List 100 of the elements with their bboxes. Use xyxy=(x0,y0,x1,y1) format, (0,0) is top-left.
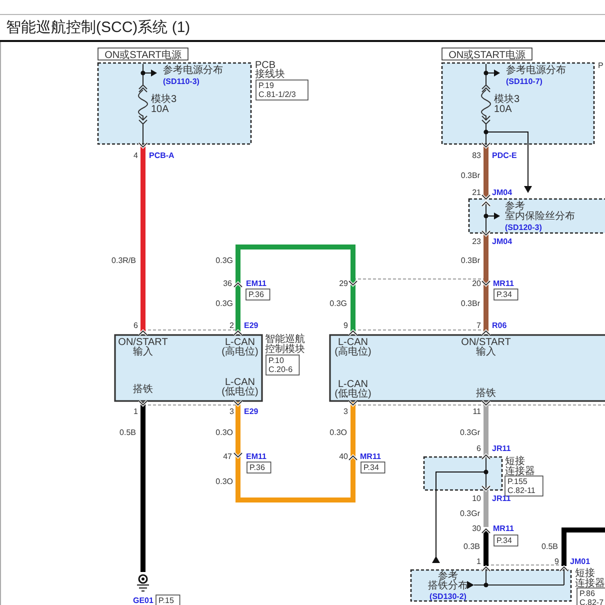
junction-dot xyxy=(484,470,488,474)
pin-number: 47 xyxy=(223,452,232,461)
connector-code: JR11 xyxy=(492,494,511,503)
reference-code: (SD110-3) xyxy=(163,77,200,86)
connector-icon xyxy=(348,329,358,336)
arrow-icon xyxy=(486,70,500,76)
wire-label: 0.3Gr xyxy=(460,509,480,518)
pin-number: 10 xyxy=(472,494,481,503)
reference-label: 参考电源分布 xyxy=(163,65,223,76)
connector-code: MR11 xyxy=(493,524,514,533)
connector-code: JM01 xyxy=(570,557,590,566)
wire-label: 0.3G xyxy=(216,299,233,308)
wire-label: 0.3Gr xyxy=(460,428,480,437)
arrow-icon xyxy=(467,581,474,589)
reference-label: 参考 室内保险丝分布 xyxy=(505,201,575,222)
connector-icon xyxy=(138,400,148,407)
pin-number: 20 xyxy=(472,279,481,288)
block-name: P xyxy=(598,61,604,70)
pin-number: 7 xyxy=(476,321,481,330)
power-supply-label: ON或START电源 xyxy=(442,48,532,61)
connector-icon xyxy=(138,329,148,336)
wire-label: 0.3G xyxy=(330,299,347,308)
arrow-icon xyxy=(486,212,500,220)
connector-icon xyxy=(481,453,491,460)
page-reference: P.34 xyxy=(494,534,518,546)
pin-number: 1 xyxy=(476,557,481,566)
page-reference: P.15 xyxy=(156,594,180,605)
connector-icon xyxy=(233,452,243,459)
pin-number: 9 xyxy=(554,557,559,566)
pin-label: 搭铁 xyxy=(133,384,153,395)
page-reference: P.10 C.20-6 xyxy=(266,354,300,376)
pin-label: L-CAN (低电位) xyxy=(222,377,258,398)
connector-code: R06 xyxy=(492,321,507,330)
connector-icon xyxy=(233,329,243,336)
connector-code: EM11 xyxy=(246,279,266,288)
wire-label: 0.3O xyxy=(216,428,233,437)
connector-icon xyxy=(233,400,243,407)
connector-code: PDC-E xyxy=(492,151,517,160)
wire-label: 0.3R/B xyxy=(112,256,136,265)
pin-number: 36 xyxy=(223,279,232,288)
fuse-icon xyxy=(481,84,491,125)
connector-icon xyxy=(481,400,491,407)
pin-label: 搭铁 xyxy=(476,388,496,399)
junction-dot xyxy=(484,130,488,134)
connector-code: MR11 xyxy=(360,452,381,461)
ground-icon xyxy=(136,574,150,592)
connector-icon xyxy=(559,565,569,572)
connector-icon xyxy=(348,400,358,407)
wire-label: 0.3Br xyxy=(460,171,480,180)
pin-number: 1 xyxy=(134,407,138,416)
wire-label: 0.5B xyxy=(120,428,136,437)
page-reference: P.19 C.81-1/2/3 xyxy=(256,80,308,100)
ground-code: GE01 xyxy=(133,596,154,605)
pin-number: 3 xyxy=(344,407,348,416)
reference-code: (SD130-2) xyxy=(430,592,466,601)
pin-label: L-CAN (高电位) xyxy=(222,337,258,358)
connector-icon xyxy=(481,142,491,149)
junction-dot xyxy=(484,70,488,76)
connector-code: MR11 xyxy=(493,279,514,288)
page-reference: P.36 xyxy=(246,462,272,474)
wire-label: 0.3Br xyxy=(460,299,480,308)
junction-dot xyxy=(484,582,488,588)
fuse-label: 模块3 10A xyxy=(494,94,520,115)
wire-label: 0.3O xyxy=(216,477,233,486)
arrow-icon xyxy=(142,70,157,76)
connector-icon xyxy=(348,280,358,287)
reference-code: (SD110-7) xyxy=(506,77,542,86)
reference-label: 参考电源分布 xyxy=(506,65,566,76)
connector-icon xyxy=(481,280,491,287)
splice-name: 短接 连接器 xyxy=(575,568,605,589)
page-reference: P.36 xyxy=(246,288,270,300)
pin-label: ON/START 输入 xyxy=(118,337,168,358)
pin-number: 3 xyxy=(230,407,234,416)
pin-number: 2 xyxy=(230,321,234,330)
pin-number: 9 xyxy=(344,321,348,330)
wire-label: 0.3O xyxy=(330,428,347,437)
pin-number: 6 xyxy=(476,444,481,453)
page-reference: P.34 xyxy=(494,288,518,300)
page-reference: P.155 C.82-11 xyxy=(504,476,544,496)
connector-icon xyxy=(481,565,491,572)
page-reference: P.34 xyxy=(360,462,386,474)
page-title: 智能巡航控制(SCC)系统 (1) xyxy=(6,18,190,37)
wire-label: 0.3Br xyxy=(460,256,480,265)
page-reference: P.86 C.82-7 xyxy=(576,588,605,605)
pin-label: L-CAN (高电位) xyxy=(334,337,372,358)
pin-label: ON/START 输入 xyxy=(461,337,511,358)
connector-code: E29 xyxy=(244,321,258,330)
connector-code: JM04 xyxy=(492,188,512,197)
connector-icon xyxy=(481,329,491,336)
wire-label: 0.3B xyxy=(464,542,480,551)
wire-label: 0.5B xyxy=(542,542,558,551)
pin-number: 21 xyxy=(472,188,481,197)
junction-dot xyxy=(484,214,488,218)
pin-number: 4 xyxy=(134,151,138,160)
fuse-icon xyxy=(138,84,148,125)
connector-code: PCB-A xyxy=(149,151,174,160)
connector-code: JM04 xyxy=(492,237,512,246)
connector-code: EM11 xyxy=(246,452,266,461)
connector-icon xyxy=(481,485,491,492)
power-supply-label: ON或START电源 xyxy=(98,48,188,61)
